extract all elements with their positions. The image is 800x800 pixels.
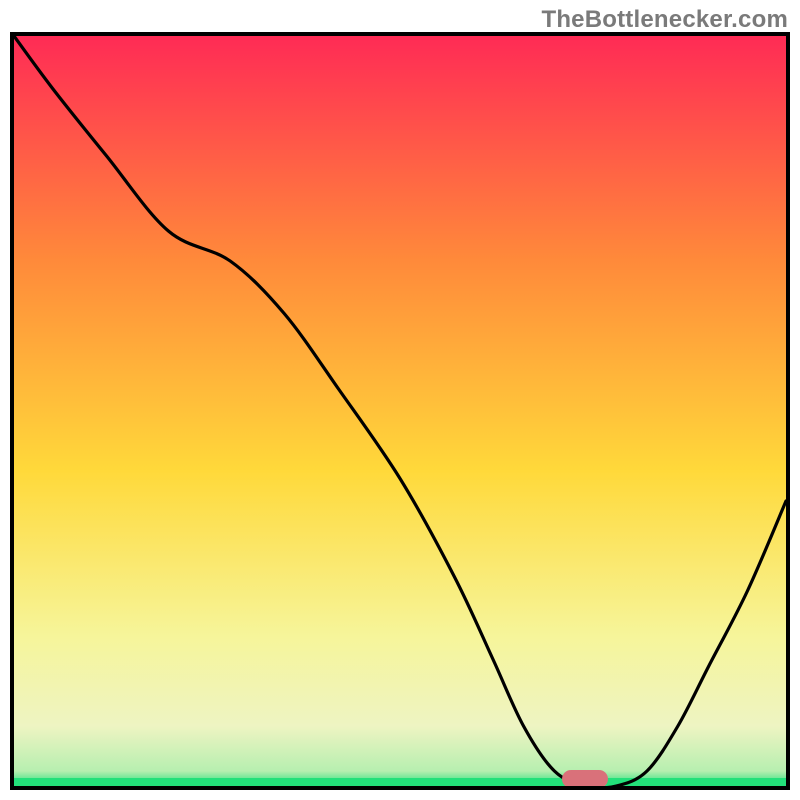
chart-stage: TheBottlenecker.com xyxy=(0,0,800,800)
bottleneck-curve xyxy=(14,36,786,786)
watermark-text: TheBottlenecker.com xyxy=(541,6,788,34)
optimal-marker-pill xyxy=(562,770,608,788)
plot-frame xyxy=(10,32,790,790)
